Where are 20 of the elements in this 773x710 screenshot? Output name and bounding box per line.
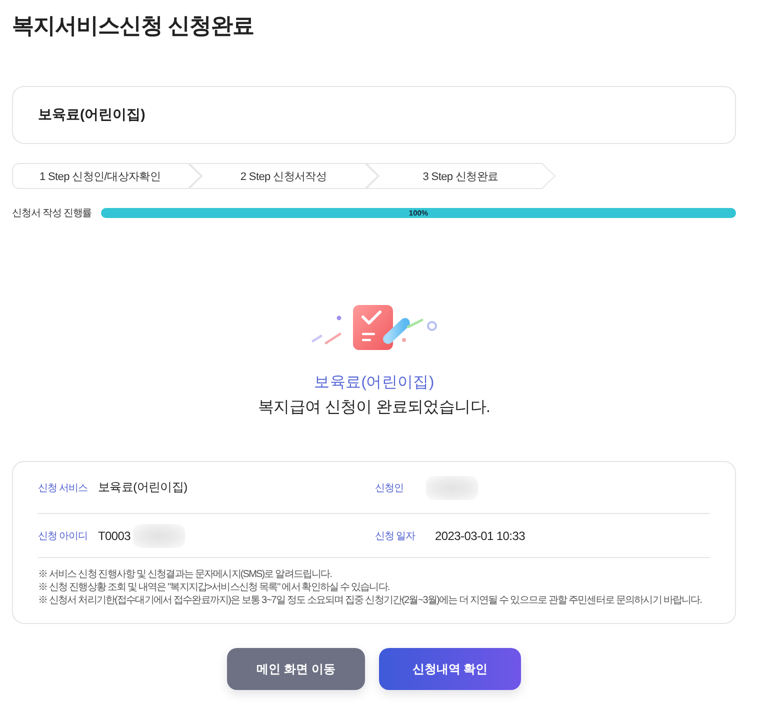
info-note: ※ 서비스 신청 진행사항 및 신청결과는 문자메시지(SMS)로 알려드립니다. bbox=[38, 568, 333, 581]
service-name: 보육료(어린이집) bbox=[38, 106, 146, 124]
history-button[interactable]: 신청내역 확인 bbox=[379, 648, 521, 690]
progress-label: 신청서 작성 진행률 bbox=[12, 207, 93, 220]
step-indicator: 3 Step 신청완료 bbox=[366, 163, 556, 189]
field-label: 신청 아이디 bbox=[38, 530, 88, 542]
home-button[interactable]: 메인 화면 이동 bbox=[227, 648, 365, 690]
field-value: 2023-03-01 10:33 bbox=[435, 528, 525, 542]
info-note: ※ 신청 진행상황 조회 및 내역은 "복지지갑>서비스신청 목록" 에서 확인하실 수 있습니다. bbox=[38, 581, 390, 594]
field-value: T0003 bbox=[98, 528, 131, 542]
step-indicator: 2 Step 신청서작성 bbox=[189, 163, 379, 189]
field-label: 신청 일자 bbox=[375, 530, 416, 542]
field-label: 신청인 bbox=[375, 482, 404, 494]
completed-service-name: 보육료(어린이집) bbox=[314, 373, 434, 393]
completion-message: 복지급여 신청이 완료되었습니다. bbox=[258, 398, 490, 418]
step-indicator: 1 Step 신청인/대상자확인 bbox=[12, 163, 202, 189]
info-note: ※ 신청서 처리기한(접수대기에서 접수완료까지)은 보통 3~7일 정도 소요되며 집중 신청기간(2월~3월)에는 더 지연될 수 있으므로 관할 주민센터로 문의하시기 바랍니다. bbox=[38, 594, 703, 607]
page-title: 복지서비스신청 신청완료 bbox=[12, 12, 254, 40]
field-label: 신청 서비스 bbox=[38, 482, 88, 494]
field-value: 보육료(어린이집) bbox=[98, 479, 188, 496]
